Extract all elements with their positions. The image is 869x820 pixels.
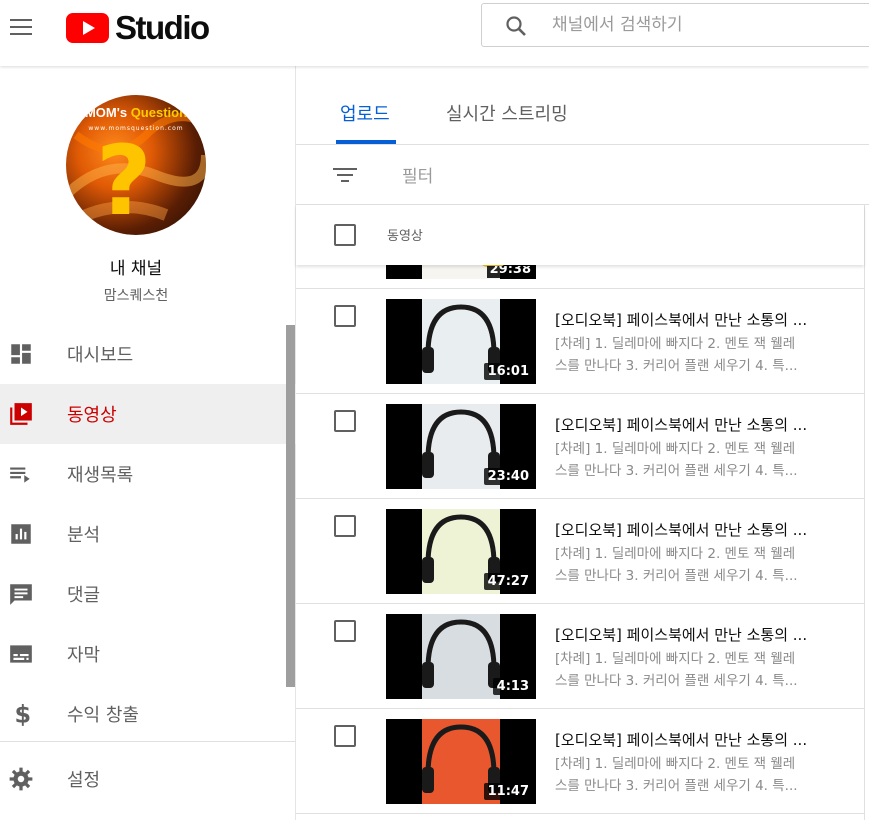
video-duration: 47:27 <box>483 573 533 590</box>
sidebar-item-label: 동영상 <box>67 405 117 426</box>
video-description-line: 스를 만나다 3. 커리어 플랜 세우기 4. 특... <box>555 358 798 374</box>
sidebar-item-label: 분석 <box>67 525 101 546</box>
sidebar-item-label: 수익 창출 <box>67 705 139 726</box>
analytics-icon <box>11 524 31 544</box>
channel-name: 내 채널 <box>109 259 163 279</box>
video-title[interactable]: [오디오북] 페이스북에서 만난 소통의 ... <box>555 729 845 750</box>
gear-icon <box>9 767 33 791</box>
video-description: [차례] 1. 딜레마에 빠지다 2. 멘토 잭 웰레스를 만나다 3. 커리어… <box>555 543 840 587</box>
sidebar-item-comments[interactable]: 댓글 <box>0 564 296 624</box>
sidebar-divider <box>0 741 296 742</box>
menu-icon[interactable] <box>8 14 34 40</box>
search-box[interactable] <box>481 3 869 47</box>
sidebar-item-dashboard[interactable]: 대시보드 <box>0 324 296 384</box>
sidebar-item-label: 대시보드 <box>67 345 134 366</box>
sidebar-item-label: 댓글 <box>67 585 101 606</box>
video-library-icon <box>10 403 32 425</box>
sidebar-item-label: 설정 <box>67 770 101 791</box>
video-description: [차례] 1. 딜레마에 빠지다 2. 멘토 잭 웰레스를 만나다 3. 커리어… <box>555 333 840 377</box>
video-description-line: [차례] 1. 딜레마에 빠지다 2. 멘토 잭 웰레 <box>555 546 796 562</box>
column-header-video: 동영상 <box>387 229 423 244</box>
video-select-checkbox[interactable] <box>334 410 356 432</box>
sidebar-nav: 대시보드 동영상 재생목록 분석 댓글 자막 $ 수익 창출 <box>0 324 296 744</box>
video-row[interactable]: 47:27 [오디오북] 페이스북에서 만난 소통의 ... [차례] 1. 딜레마… <box>296 499 864 604</box>
dollar-icon: $ <box>15 701 32 727</box>
tab-bar: 업로드 실시간 스트리밍 <box>296 66 869 145</box>
video-duration: 29:38 <box>486 266 534 278</box>
tab-live-streaming[interactable]: 실시간 스트리밍 <box>446 100 568 126</box>
sidebar-item-playlists[interactable]: 재생목록 <box>0 444 296 504</box>
video-duration: 11:47 <box>483 783 533 800</box>
video-description-line: [차례] 1. 딜레마에 빠지다 2. 멘토 잭 웰레 <box>555 651 796 667</box>
search-icon[interactable] <box>504 14 528 38</box>
video-description-line: [차례] 1. 딜레마에 빠지다 2. 멘토 잭 웰레 <box>555 756 796 772</box>
video-thumbnail[interactable]: 11:47 <box>386 719 536 804</box>
column-divider <box>864 205 865 820</box>
video-row[interactable]: 11:47 [오디오북] 페이스북에서 만난 소통의 ... [차례] 1. 딜레마… <box>296 709 864 814</box>
video-row[interactable]: 23:40 [오디오북] 페이스북에서 만난 소통의 ... [차례] 1. 딜레마… <box>296 394 864 499</box>
studio-logo[interactable]: Studio <box>66 9 210 47</box>
video-duration: 4:13 <box>492 678 533 695</box>
video-description-line: [차례] 1. 딜레마에 빠지다 2. 멘토 잭 웰레 <box>555 336 796 352</box>
main-content: 업로드 실시간 스트리밍 필터 동영상 29:38 16:01 [오디오북] 페… <box>296 66 869 820</box>
sidebar-scrollbar[interactable] <box>286 325 295 687</box>
active-tab-indicator <box>336 140 396 144</box>
video-description-line: [차례] 1. 딜레마에 빠지다 2. 멘토 잭 웰레 <box>555 441 796 457</box>
dashboard-icon <box>11 344 31 364</box>
question-mark-icon: ? <box>96 125 152 235</box>
video-description: [차례] 1. 딜레마에 빠지다 2. 멘토 잭 웰레스를 만나다 3. 커리어… <box>555 648 840 692</box>
tab-uploads[interactable]: 업로드 <box>340 100 390 126</box>
sidebar-item-settings[interactable]: 설정 <box>0 749 296 809</box>
video-description-line: 스를 만나다 3. 커리어 플랜 세우기 4. 특... <box>555 568 798 584</box>
subtitles-icon <box>10 645 32 663</box>
channel-handle: 맘스퀘스천 <box>103 288 169 304</box>
video-thumbnail[interactable]: 47:27 <box>386 509 536 594</box>
video-select-checkbox[interactable] <box>334 725 356 747</box>
video-select-checkbox[interactable] <box>334 620 356 642</box>
svg-text:$: $ <box>15 701 32 727</box>
comment-icon <box>10 584 32 605</box>
playlist-icon <box>10 467 30 483</box>
video-select-checkbox[interactable] <box>334 515 356 537</box>
video-title[interactable]: [오디오북] 페이스북에서 만난 소통의 ... <box>555 519 845 540</box>
filter-icon[interactable] <box>333 165 357 185</box>
video-title[interactable]: [오디오북] 페이스북에서 만난 소통의 ... <box>555 624 845 645</box>
channel-avatar[interactable]: MOM's Question www.momsquestion.com ? <box>66 95 206 235</box>
video-description-line: 스를 만나다 3. 커리어 플랜 세우기 4. 특... <box>555 778 798 794</box>
video-thumbnail[interactable]: 23:40 <box>386 404 536 489</box>
youtube-play-icon <box>66 13 109 43</box>
video-description: [차례] 1. 딜레마에 빠지다 2. 멘토 잭 웰레스를 만나다 3. 커리어… <box>555 438 840 482</box>
video-title[interactable]: [오디오북] 페이스북에서 만난 소통의 ... <box>555 309 845 330</box>
top-bar: Studio <box>0 0 869 66</box>
sidebar-item-subtitles[interactable]: 자막 <box>0 624 296 684</box>
sidebar-item-videos[interactable]: 동영상 <box>0 384 296 444</box>
video-description: [차례] 1. 딜레마에 빠지다 2. 멘토 잭 웰레스를 만나다 3. 커리어… <box>555 753 840 797</box>
video-thumbnail[interactable]: 4:13 <box>386 614 536 699</box>
sidebar: MOM's Question www.momsquestion.com ? 내 … <box>0 66 296 820</box>
video-list: 29:38 16:01 [오디오북] 페이스북에서 만난 소통의 ... [차례] … <box>296 265 864 820</box>
sidebar-item-label: 재생목록 <box>67 465 134 486</box>
avatar-title: MOM's Question <box>84 105 188 120</box>
video-row-partial[interactable]: 29:38 <box>296 265 864 289</box>
filter-input[interactable]: 필터 <box>402 162 433 187</box>
video-title[interactable]: [오디오북] 페이스북에서 만난 소통의 ... <box>555 414 845 435</box>
video-description-line: 스를 만나다 3. 커리어 플랜 세우기 4. 특... <box>555 673 798 689</box>
video-thumbnail[interactable]: 16:01 <box>386 299 536 384</box>
sidebar-item-analytics[interactable]: 분석 <box>0 504 296 564</box>
video-duration: 23:40 <box>483 468 533 485</box>
logo-text: Studio <box>115 9 210 46</box>
video-row[interactable]: 16:01 [오디오북] 페이스북에서 만난 소통의 ... [차례] 1. 딜레마… <box>296 289 864 394</box>
video-duration: 16:01 <box>483 363 533 380</box>
sidebar-item-monetization[interactable]: $ 수익 창출 <box>0 684 296 744</box>
list-header: 동영상 <box>296 205 864 265</box>
filter-bar: 필터 <box>296 145 869 205</box>
video-select-checkbox[interactable] <box>334 305 356 327</box>
video-thumbnail[interactable]: 29:38 <box>386 265 536 279</box>
select-all-checkbox[interactable] <box>334 224 356 246</box>
sidebar-item-label: 자막 <box>67 645 101 666</box>
search-input[interactable] <box>552 10 852 40</box>
video-description-line: 스를 만나다 3. 커리어 플랜 세우기 4. 특... <box>555 463 798 479</box>
video-row[interactable]: 4:13 [오디오북] 페이스북에서 만난 소통의 ... [차례] 1. 딜레마에… <box>296 604 864 709</box>
